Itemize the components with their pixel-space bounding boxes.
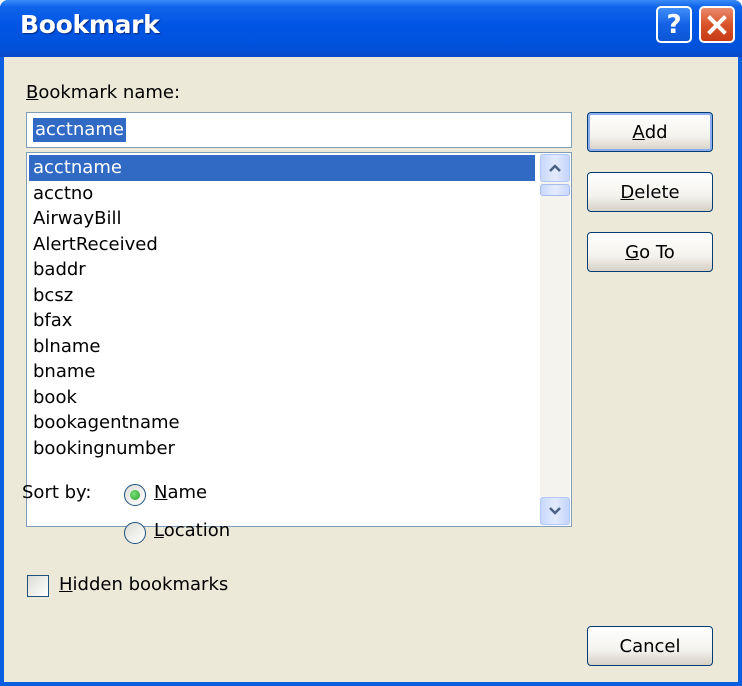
list-item[interactable]: bookagentname [29, 410, 535, 436]
list-item[interactable]: bname [29, 359, 535, 385]
sort-by-label: Sort by: [22, 482, 92, 503]
list-item[interactable]: AlertReceived [29, 232, 535, 258]
bookmark-dialog: Bookmark ? Bookmark name: acctname acctn… [0, 0, 742, 686]
go-to-button[interactable]: Go To [587, 232, 713, 272]
list-item[interactable]: blname [29, 334, 535, 360]
window-frame-bottom [0, 682, 742, 686]
close-button[interactable] [699, 6, 735, 43]
dialog-body: Bookmark name: acctname acctname acctno … [4, 57, 738, 682]
help-icon: ? [666, 9, 682, 40]
help-button[interactable]: ? [656, 6, 692, 43]
sort-location-radio[interactable] [124, 522, 146, 544]
list-item[interactable]: baddr [29, 257, 535, 283]
bookmark-name-label: Bookmark name: [26, 82, 181, 103]
list-item[interactable]: acctname [29, 155, 535, 181]
scroll-up-button[interactable] [540, 154, 570, 182]
chevron-down-icon [549, 507, 561, 515]
scroll-down-button[interactable] [540, 497, 570, 525]
title-bar[interactable]: Bookmark ? [0, 0, 742, 57]
bookmark-name-value: acctname [33, 118, 126, 142]
list-item[interactable]: book [29, 385, 535, 411]
list-scrollbar[interactable] [540, 154, 570, 525]
sort-name-label[interactable]: Name [154, 482, 207, 503]
hidden-bookmarks-checkbox[interactable] [27, 575, 49, 597]
close-icon [707, 14, 727, 35]
add-button[interactable]: Add [587, 112, 713, 152]
delete-button[interactable]: Delete [587, 172, 713, 212]
chevron-up-icon [549, 164, 561, 172]
cancel-button[interactable]: Cancel [587, 626, 713, 666]
list-item[interactable]: bcsz [29, 283, 535, 309]
bookmark-name-input[interactable]: acctname [26, 112, 572, 148]
list-item[interactable]: acctno [29, 181, 535, 207]
dialog-title: Bookmark [20, 10, 160, 39]
sort-location-label[interactable]: Location [154, 520, 230, 541]
list-item[interactable]: AirwayBill [29, 206, 535, 232]
scroll-thumb[interactable] [540, 184, 570, 196]
radio-selected-dot [130, 490, 140, 500]
hidden-bookmarks-label[interactable]: Hidden bookmarks [59, 574, 228, 595]
bookmark-list[interactable]: acctname acctno AirwayBill AlertReceived… [26, 152, 572, 527]
list-item[interactable]: bookingnumber [29, 436, 535, 462]
sort-name-radio[interactable] [124, 484, 146, 506]
list-item[interactable]: bfax [29, 308, 535, 334]
